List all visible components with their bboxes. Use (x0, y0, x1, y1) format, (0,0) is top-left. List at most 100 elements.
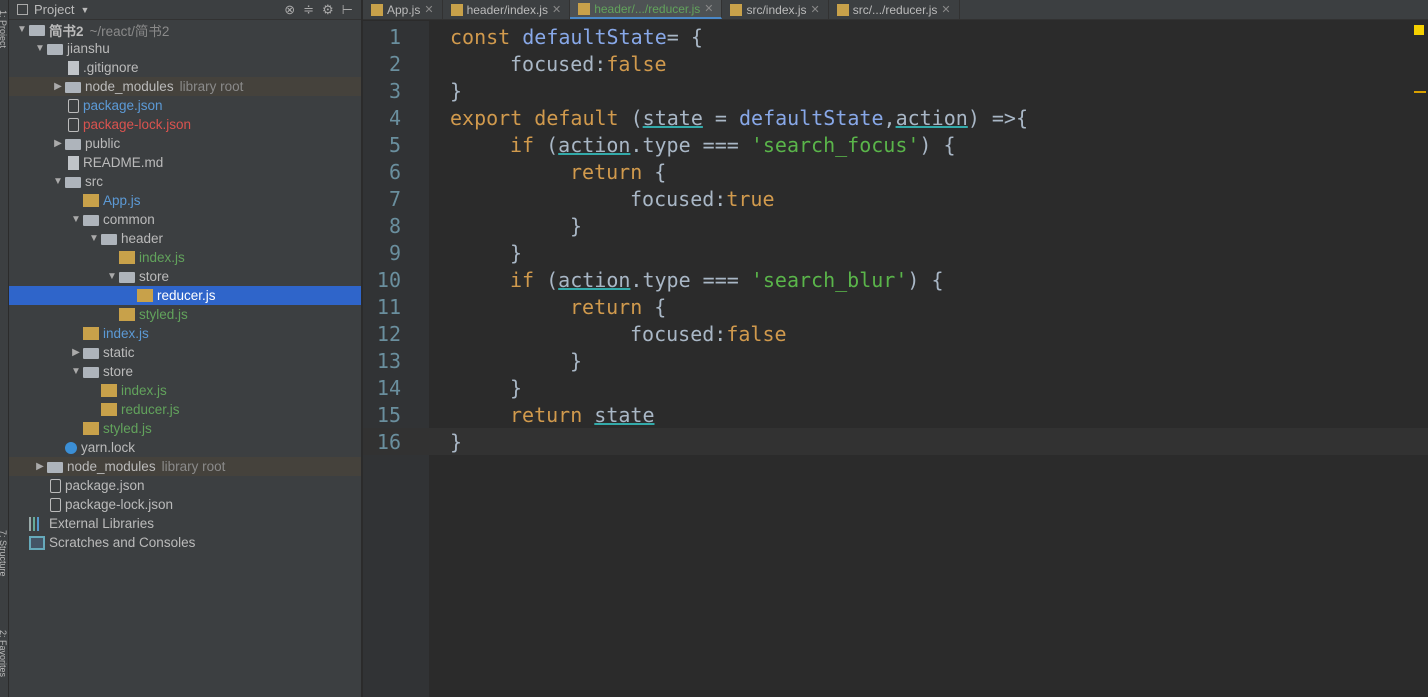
tab-label: header/index.js (466, 2, 548, 17)
tree-item[interactable]: ▼ src (9, 172, 361, 191)
expanded-arrow-icon[interactable]: ▼ (51, 176, 65, 187)
tree-item[interactable]: styled.js (9, 305, 361, 324)
code-line[interactable]: 6 return { (363, 158, 1428, 185)
code-line[interactable]: 13} (363, 347, 1428, 374)
code-token: ( (630, 105, 643, 130)
tool-window-button[interactable]: 7: Structure (0, 530, 8, 577)
tree-item[interactable]: App.js (9, 191, 361, 210)
tree-item-hint: library root (179, 79, 244, 94)
expanded-arrow-icon[interactable]: ▼ (105, 271, 119, 282)
code-line[interactable]: 8} (363, 212, 1428, 239)
tree-item[interactable]: ▼ common (9, 210, 361, 229)
code-line[interactable]: 16} (363, 428, 1428, 455)
tool-window-button[interactable]: 1: Project (0, 10, 8, 48)
collapse-icon[interactable]: ≑ (303, 2, 314, 18)
editor-tab[interactable]: header/index.js ✕ (443, 0, 571, 19)
tree-item-hint: ~/react/简书2 (89, 23, 170, 39)
code-line[interactable]: 10 if (action.type === 'search_blur') { (363, 266, 1428, 293)
expanded-arrow-icon[interactable]: ▼ (69, 214, 83, 225)
collapsed-arrow-icon[interactable]: ▶ (33, 461, 47, 472)
code-token: defaultState (739, 105, 884, 130)
chevron-down-icon[interactable]: ▼ (80, 5, 89, 15)
close-icon[interactable]: ✕ (941, 3, 950, 16)
expanded-arrow-icon[interactable]: ▼ (69, 366, 83, 377)
locate-icon[interactable]: ⊗ (284, 2, 295, 18)
collapsed-arrow-icon[interactable]: ▶ (51, 138, 65, 149)
code-token: action (558, 267, 631, 292)
folder-icon (65, 139, 81, 150)
code-token: } (570, 213, 583, 238)
project-panel-header: Project ▼ ⊗ ≑ ⚙ ⊢ (9, 0, 361, 20)
code-line[interactable]: 14} (363, 374, 1428, 401)
line-number: 12 (376, 321, 401, 346)
expanded-arrow-icon[interactable]: ▼ (87, 233, 101, 244)
js-file-icon (450, 3, 463, 16)
js-file-icon (578, 2, 591, 15)
collapsed-arrow-icon[interactable]: ▶ (51, 81, 65, 92)
tree-item[interactable]: ▼ header (9, 229, 361, 248)
code-line[interactable]: 4 export default (state = defaultState,ac… (363, 104, 1428, 131)
editor-tab[interactable]: src/index.js ✕ (722, 0, 829, 19)
tree-item[interactable]: Scratches and Consoles (9, 533, 361, 552)
editor-tab[interactable]: App.js ✕ (363, 0, 443, 19)
json-icon (50, 478, 61, 493)
code-editor[interactable]: 1 const defaultState= {2 focused:false 3} 4 e… (363, 21, 1428, 697)
expanded-arrow-icon[interactable]: ▼ (15, 24, 29, 35)
tree-item[interactable]: ▶ static (9, 343, 361, 362)
tree-item[interactable]: reducer.js (9, 286, 361, 305)
code-token: } (450, 78, 463, 103)
tree-item[interactable]: package.json (9, 96, 361, 115)
tool-window-button[interactable]: 2: Favorites (0, 630, 8, 677)
collapsed-arrow-icon[interactable]: ▶ (69, 347, 83, 358)
scr-icon (29, 535, 45, 550)
tree-item[interactable]: index.js (9, 248, 361, 267)
tree-item-label: yarn.lock (81, 440, 136, 455)
tree-item[interactable]: .gitignore (9, 58, 361, 77)
tree-item[interactable]: package-lock.json (9, 115, 361, 134)
tree-item-label: node_modules (67, 459, 156, 474)
expanded-arrow-icon[interactable]: ▼ (33, 43, 47, 54)
close-icon[interactable]: ✕ (424, 3, 433, 16)
tree-item[interactable]: yarn.lock (9, 438, 361, 457)
js-icon (83, 194, 99, 207)
editor-tab[interactable]: src/.../reducer.js ✕ (829, 0, 960, 19)
close-icon[interactable]: ✕ (552, 3, 561, 16)
code-token: } (510, 240, 523, 265)
code-line[interactable]: 1 const defaultState= { (363, 23, 1428, 50)
tree-item[interactable]: External Libraries (9, 514, 361, 533)
line-number: 14 (376, 375, 401, 400)
tree-item[interactable]: index.js (9, 381, 361, 400)
tree-item[interactable]: ▶ node_modules library root (9, 77, 361, 96)
tree-item[interactable]: ▶ public (9, 134, 361, 153)
code-line[interactable]: 9} (363, 239, 1428, 266)
project-view-dropdown[interactable]: Project (34, 2, 74, 17)
code-text: } (450, 349, 582, 373)
tree-item[interactable]: styled.js (9, 419, 361, 438)
tree-item[interactable]: ▶ node_modules library root (9, 457, 361, 476)
tree-item[interactable]: package-lock.json (9, 495, 361, 514)
code-line[interactable]: 3} (363, 77, 1428, 104)
tree-item-label: App.js (103, 193, 141, 208)
code-line[interactable]: 7 focused:true (363, 185, 1428, 212)
tree-item[interactable]: README.md (9, 153, 361, 172)
code-line[interactable]: 5 if (action.type === 'search_focus') { (363, 131, 1428, 158)
tree-item[interactable]: reducer.js (9, 400, 361, 419)
tree-item[interactable]: ▼ store (9, 267, 361, 286)
tree-item[interactable]: package.json (9, 476, 361, 495)
code-line[interactable]: 15 return state (363, 401, 1428, 428)
tree-item[interactable]: ▼ jianshu (9, 39, 361, 58)
hide-icon[interactable]: ⊢ (342, 2, 353, 18)
editor-tab[interactable]: header/.../reducer.js ✕ (570, 0, 723, 19)
code-line[interactable]: 2 focused:false (363, 50, 1428, 77)
tree-item[interactable]: index.js (9, 324, 361, 343)
tree-item[interactable]: ▼ 简书2 ~/react/简书2 (9, 20, 361, 39)
line-number: 10 (376, 267, 401, 292)
code-line[interactable]: 12 focused:false (363, 320, 1428, 347)
close-icon[interactable]: ✕ (704, 2, 713, 15)
line-number: 11 (376, 294, 401, 319)
tree-item[interactable]: ▼ store (9, 362, 361, 381)
code-line[interactable]: 11 return { (363, 293, 1428, 320)
close-icon[interactable]: ✕ (811, 3, 820, 16)
tree-item-label: store (139, 269, 170, 284)
gear-icon[interactable]: ⚙ (322, 2, 334, 18)
